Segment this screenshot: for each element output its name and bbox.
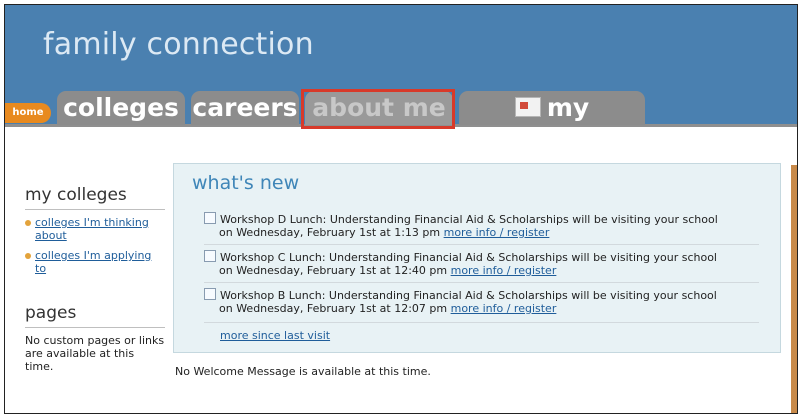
news-item: Workshop C Lunch: Understanding Financia… <box>204 250 764 277</box>
sidebar: my colleges colleges I'm thinking about … <box>25 185 165 373</box>
my-colleges-heading: my colleges <box>25 185 165 210</box>
list-item: colleges I'm applying to <box>25 249 165 275</box>
pages-heading: pages <box>25 303 165 328</box>
app-title: family connection <box>43 27 314 62</box>
more-info-register-link[interactable]: more info / register <box>451 302 557 315</box>
colleges-applying-link[interactable]: colleges I'm applying to <box>35 249 151 275</box>
tab-about-me[interactable]: about me <box>305 91 453 125</box>
more-info-register-link[interactable]: more info / register <box>451 264 557 277</box>
divider <box>204 244 759 245</box>
divider <box>204 322 759 323</box>
my-colleges-list: colleges I'm thinking about colleges I'm… <box>25 216 165 275</box>
welcome-message: No Welcome Message is available at this … <box>175 365 431 378</box>
more-since-last-visit-link[interactable]: more since last visit <box>220 329 330 342</box>
news-item-date: on Wednesday, February 1st at 12:07 pm <box>219 302 448 315</box>
tab-colleges[interactable]: colleges <box>57 91 185 125</box>
more-info-register-link[interactable]: more info / register <box>444 226 550 239</box>
tab-my-planner[interactable]: my planner <box>459 91 645 156</box>
news-item-text: Workshop C Lunch: Understanding Financia… <box>220 251 717 264</box>
news-item-text: Workshop B Lunch: Understanding Financia… <box>220 289 717 302</box>
calendar-icon <box>204 250 216 262</box>
side-accent-bar <box>791 165 797 413</box>
news-item: Workshop B Lunch: Understanding Financia… <box>204 288 764 315</box>
tab-careers[interactable]: careers <box>191 91 299 125</box>
colleges-thinking-link[interactable]: colleges I'm thinking about <box>35 216 149 242</box>
news-item-date: on Wednesday, February 1st at 1:13 pm <box>219 226 441 239</box>
home-button[interactable]: home <box>5 103 51 123</box>
whats-new-panel: what's new Workshop D Lunch: Understandi… <box>173 163 781 353</box>
divider <box>204 282 759 283</box>
header: family connection home colleges careers … <box>5 5 797 156</box>
calendar-icon <box>204 288 216 300</box>
list-item: colleges I'm thinking about <box>25 216 165 242</box>
news-item-text: Workshop D Lunch: Understanding Financia… <box>220 213 718 226</box>
whats-new-title: what's new <box>192 172 300 194</box>
calendar-icon <box>204 212 216 224</box>
browser-frame: family connection home colleges careers … <box>4 4 798 414</box>
pages-empty-text: No custom pages or links are available a… <box>25 334 165 373</box>
news-item: Workshop D Lunch: Understanding Financia… <box>204 212 764 239</box>
news-item-date: on Wednesday, February 1st at 12:40 pm <box>219 264 448 277</box>
planner-icon <box>514 97 541 117</box>
